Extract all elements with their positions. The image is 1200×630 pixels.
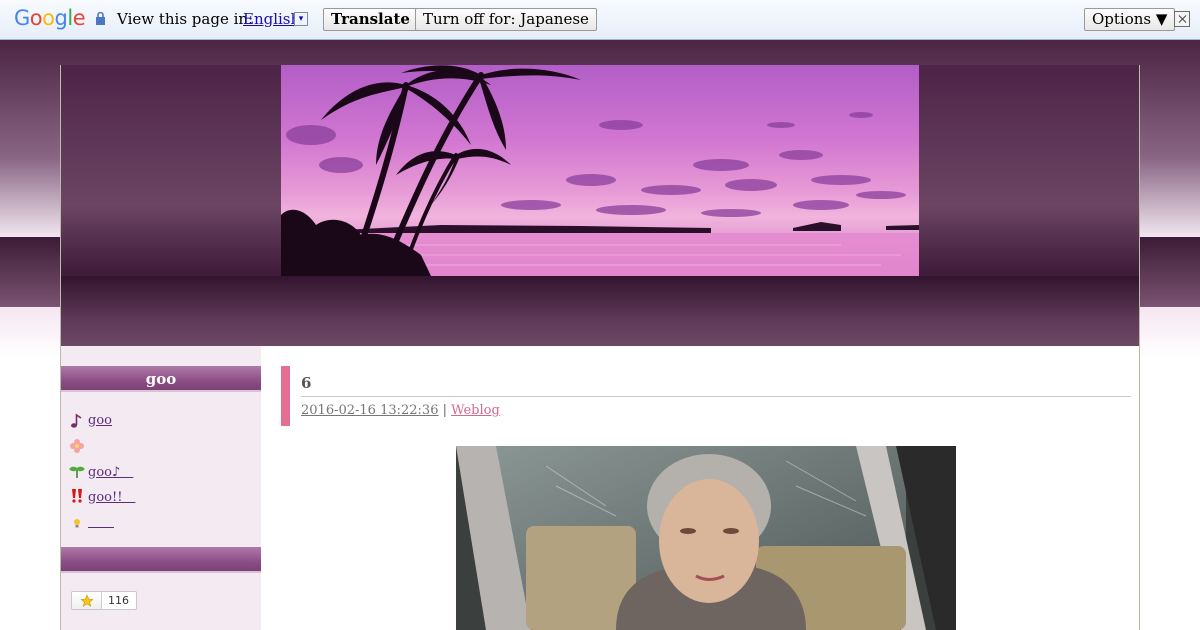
view-page-label: View this page in: xyxy=(117,10,254,28)
entry-photo xyxy=(456,446,956,630)
close-icon[interactable] xyxy=(1174,11,1190,27)
sidebar-title: goo xyxy=(61,366,261,392)
translate-button[interactable]: Translate xyxy=(323,8,418,31)
sidebar-item-sprout[interactable]: goo♪ xyxy=(69,458,135,483)
header-lower-band xyxy=(61,276,1139,346)
sunset-palm-illustration xyxy=(281,65,919,276)
photo-car-window xyxy=(456,446,956,630)
entry-meta: 2016-02-16 13:22:36 | Weblog xyxy=(301,403,500,418)
main-column: 6 2016-02-16 13:22:36 | Weblog xyxy=(281,346,1141,630)
star-count: 116 xyxy=(108,594,129,607)
sidebar: goo goo goo♪ goo!! 116 xyxy=(61,346,261,630)
music-note-icon xyxy=(71,413,82,428)
entry-title: 6 xyxy=(301,374,312,392)
star-button[interactable]: 116 xyxy=(71,591,137,610)
sidebar-link[interactable]: goo!! xyxy=(88,486,135,505)
meta-separator: | xyxy=(442,403,448,418)
options-button[interactable]: Options ▼ xyxy=(1084,8,1176,31)
sidebar-item-flower[interactable] xyxy=(69,433,135,458)
sidebar-item-bulb[interactable] xyxy=(69,508,135,533)
translate-bar: Google View this page in: English ▾ Tran… xyxy=(0,0,1200,40)
entry-date-link[interactable]: 2016-02-16 13:22:36 xyxy=(301,403,438,418)
lock-icon xyxy=(96,12,105,25)
sidebar-link[interactable] xyxy=(88,511,114,530)
turn-off-button[interactable]: Turn off for: Japanese xyxy=(415,8,597,31)
sidebar-item-goo[interactable]: goo xyxy=(69,408,135,433)
double-exclamation-icon xyxy=(72,488,82,503)
language-link[interactable]: English xyxy=(243,10,300,28)
entry-header: 6 2016-02-16 13:22:36 | Weblog xyxy=(281,366,1131,426)
content-area: goo goo goo♪ goo!! 116 6 2016-02-16 13:2… xyxy=(60,346,1140,630)
language-dropdown-icon[interactable]: ▾ xyxy=(294,12,308,26)
star-icon xyxy=(79,593,94,607)
blog-header xyxy=(60,65,1140,346)
light-bulb-icon xyxy=(74,518,80,527)
star-cell xyxy=(72,592,102,609)
entry-category-link[interactable]: Weblog xyxy=(451,403,500,418)
google-logo: Google xyxy=(14,6,86,30)
header-banner-image xyxy=(281,65,919,276)
sprout-icon xyxy=(69,466,85,478)
sidebar-links: goo goo♪ goo!! xyxy=(69,408,135,533)
sidebar-item-exclaim[interactable]: goo!! xyxy=(69,483,135,508)
sidebar-link[interactable]: goo♪ xyxy=(88,461,133,480)
sidebar-section-bar xyxy=(61,547,261,573)
entry-divider xyxy=(301,396,1131,397)
sidebar-link[interactable]: goo xyxy=(88,413,112,428)
flower-icon xyxy=(70,438,84,453)
